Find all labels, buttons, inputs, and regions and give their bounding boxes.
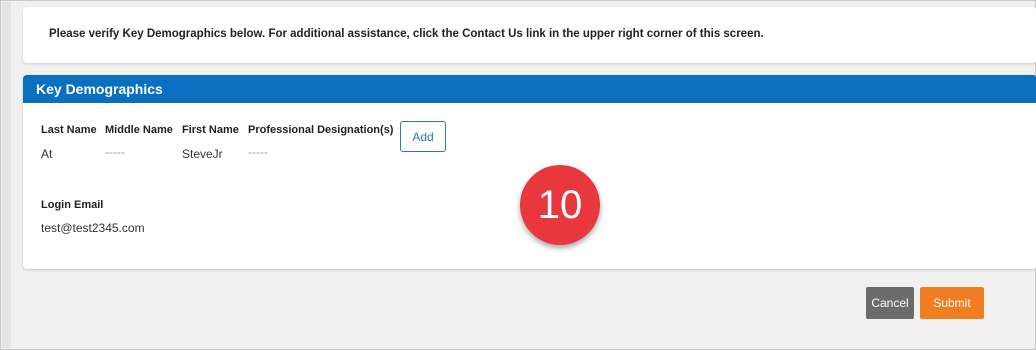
first-name-value: SteveJr (182, 147, 223, 161)
last-name-value: At (41, 147, 53, 161)
login-email-label: Login Email (41, 199, 104, 211)
panel-header: Key Demographics (23, 75, 1036, 103)
submit-button[interactable]: Submit (920, 287, 984, 319)
login-email-value: test@test2345.com (41, 221, 145, 235)
panel-title: Key Demographics (36, 81, 163, 97)
designation-value: ----- (248, 145, 268, 159)
first-name-label: First Name (182, 124, 239, 136)
last-name-label: Last Name (41, 124, 97, 136)
notice-text: Please verify Key Demographics below. Fo… (49, 28, 764, 40)
page-frame: Please verify Key Demographics below. Fo… (0, 0, 1036, 350)
step-number-badge: 10 (520, 165, 600, 245)
key-demographics-panel: Key Demographics Last Name At Middle Nam… (23, 75, 1036, 269)
designation-label: Professional Designation(s) (248, 124, 394, 136)
notice-box: Please verify Key Demographics below. Fo… (23, 7, 1036, 63)
left-strip (2, 2, 11, 348)
cancel-button[interactable]: Cancel (866, 287, 914, 319)
add-designation-button[interactable]: Add (400, 121, 446, 152)
middle-name-value: ----- (105, 145, 125, 159)
middle-name-label: Middle Name (105, 124, 173, 136)
